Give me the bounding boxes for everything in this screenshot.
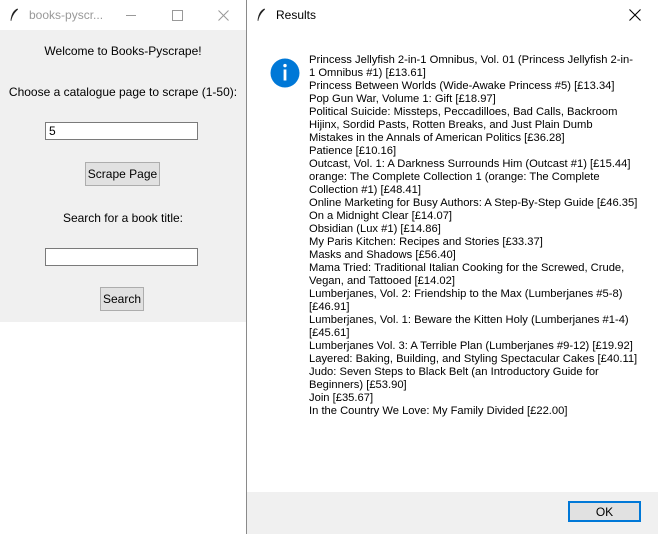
result-item: Princess Jellyfish 2-in-1 Omnibus, Vol. … xyxy=(309,54,633,79)
dialog-close-button[interactable] xyxy=(612,0,658,30)
result-item: Lumberjanes, Vol. 1: Beware the Kitten H… xyxy=(309,314,629,339)
minimize-icon xyxy=(125,14,136,16)
dialog-titlebar[interactable]: Results xyxy=(247,0,658,30)
results-list: Princess Jellyfish 2-in-1 Omnibus, Vol. … xyxy=(309,54,639,418)
main-body: Welcome to Books-Pyscrape! Choose a cata… xyxy=(0,30,246,322)
info-icon xyxy=(270,58,300,88)
close-button[interactable] xyxy=(200,0,246,30)
maximize-icon xyxy=(171,9,183,21)
result-item: In the Country We Love: My Family Divide… xyxy=(309,405,568,417)
result-item: Join [£35.67] xyxy=(309,392,374,404)
main-window: books-pyscr... Welcome to Books-Pyscrape… xyxy=(0,0,246,322)
welcome-label: Welcome to Books-Pyscrape! xyxy=(44,44,202,58)
page-prompt-label: Choose a catalogue page to scrape (1-50)… xyxy=(8,85,238,99)
result-item: Lumberjanes Vol. 3: A Terrible Plan (Lum… xyxy=(309,340,633,352)
close-icon xyxy=(629,9,641,21)
result-item: Princess Between Worlds (Wide-Awake Prin… xyxy=(309,80,615,92)
feather-icon xyxy=(254,7,268,23)
feather-icon xyxy=(7,7,21,23)
result-item: Patience [£10.16] xyxy=(309,145,397,157)
search-prompt-label: Search for a book title: xyxy=(62,211,184,225)
maximize-button[interactable] xyxy=(154,0,200,30)
minimize-button[interactable] xyxy=(108,0,154,30)
main-titlebar[interactable]: books-pyscr... xyxy=(0,0,246,30)
dialog-footer: OK xyxy=(247,492,658,534)
result-item: Obsidian (Lux #1) [£14.86] xyxy=(309,223,441,235)
result-item: Masks and Shadows [£56.40] xyxy=(309,249,456,261)
result-item: Pop Gun War, Volume 1: Gift [£18.97] xyxy=(309,93,496,105)
close-icon xyxy=(217,9,229,21)
result-item: On a Midnight Clear [£14.07] xyxy=(309,210,453,222)
scrape-page-button[interactable]: Scrape Page xyxy=(85,162,160,186)
result-item: Mama Tried: Traditional Italian Cooking … xyxy=(309,262,625,287)
search-input[interactable] xyxy=(45,248,198,266)
result-item: Judo: Seven Steps to Black Belt (an Intr… xyxy=(309,366,599,391)
results-dialog: Results Princess Jellyfish 2-in-1 Omnibu… xyxy=(246,0,658,534)
result-item: Layered: Baking, Building, and Styling S… xyxy=(309,353,638,365)
result-item: Political Suicide: Missteps, Peccadilloe… xyxy=(309,106,618,144)
result-item: Outcast, Vol. 1: A Darkness Surrounds Hi… xyxy=(309,158,631,170)
result-item: Lumberjanes, Vol. 2: Friendship to the M… xyxy=(309,288,623,313)
page-number-input[interactable]: 5 xyxy=(45,122,198,140)
main-window-title: books-pyscr... xyxy=(29,8,104,22)
result-item: orange: The Complete Collection 1 (orang… xyxy=(309,171,600,196)
result-item: Online Marketing for Busy Authors: A Ste… xyxy=(309,197,638,209)
ok-button[interactable]: OK xyxy=(568,501,641,522)
search-button[interactable]: Search xyxy=(100,287,144,311)
dialog-title: Results xyxy=(276,8,317,22)
result-item: My Paris Kitchen: Recipes and Stories [£… xyxy=(309,236,543,248)
